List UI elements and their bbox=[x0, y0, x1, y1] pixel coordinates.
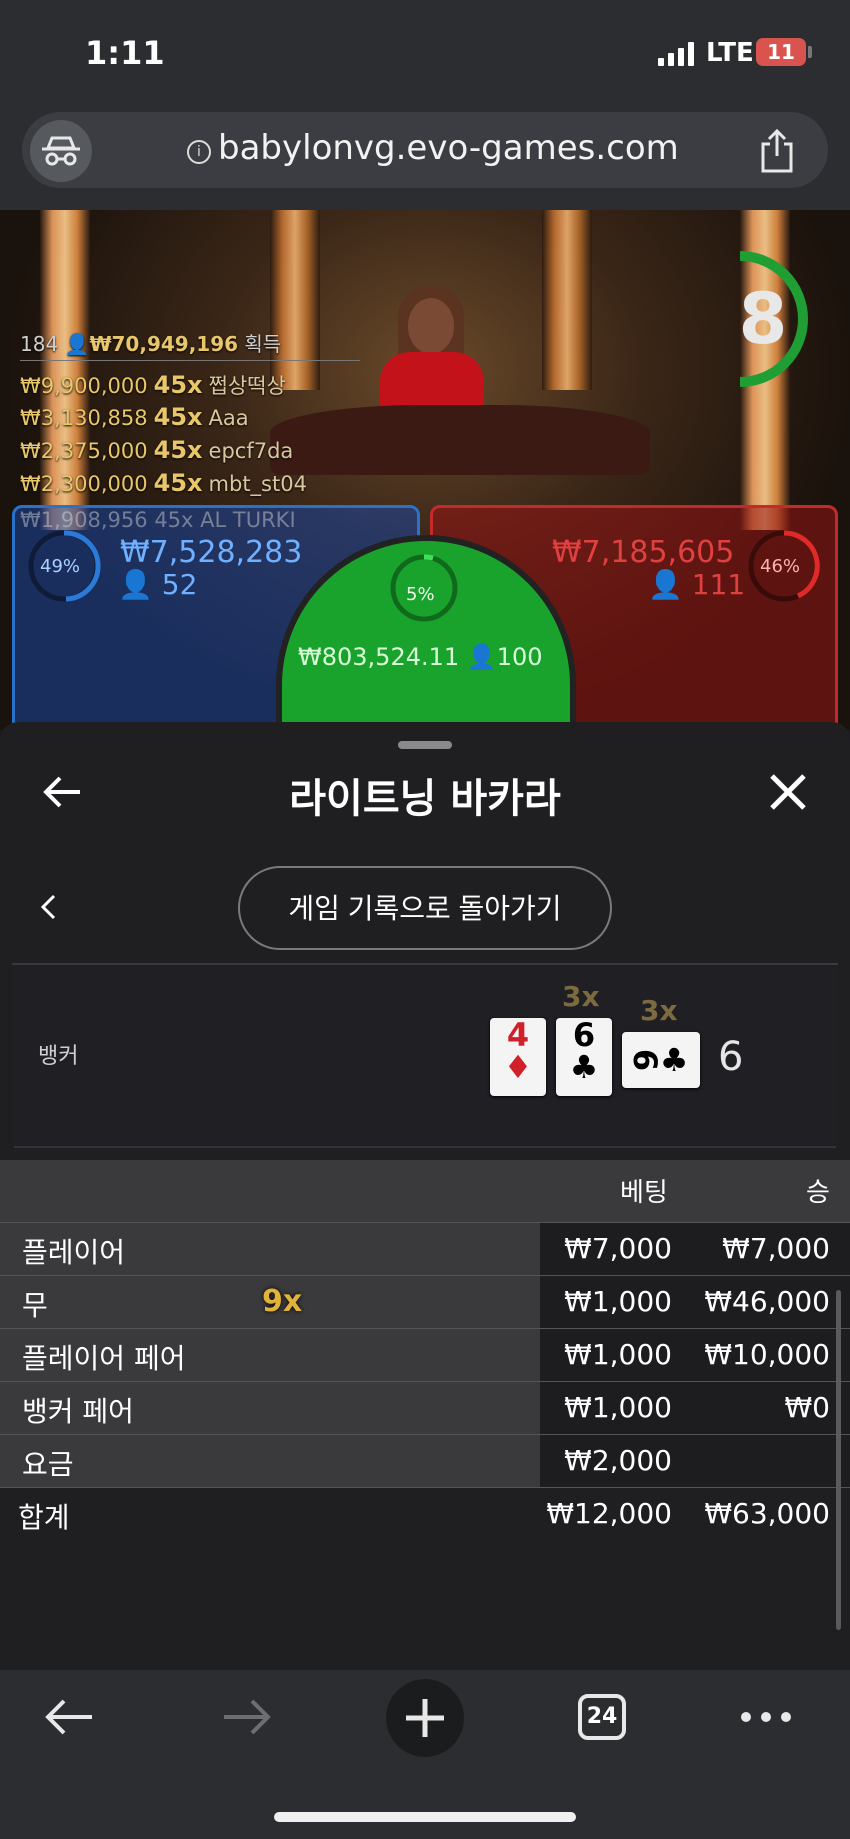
back-to-history-button[interactable]: 게임 기록으로 돌아가기 bbox=[238, 866, 612, 950]
scrollbar[interactable] bbox=[836, 1290, 841, 1630]
tabs-button[interactable]: 24 bbox=[578, 1694, 626, 1740]
playing-card: 6 ♣ bbox=[622, 1032, 700, 1088]
home-indicator[interactable] bbox=[274, 1812, 576, 1822]
share-icon[interactable] bbox=[757, 128, 797, 174]
browser-back-icon[interactable] bbox=[42, 1692, 96, 1742]
card-multiplier: 3x bbox=[562, 980, 600, 1013]
winner-row: ₩2,300,000 45x mbt_st04 bbox=[20, 469, 307, 497]
plus-icon bbox=[406, 1699, 444, 1737]
table-row: 무 ₩1,000 ₩46,000 bbox=[0, 1275, 850, 1329]
network-type: LTE bbox=[706, 38, 754, 68]
battery-tip bbox=[808, 46, 812, 58]
divider bbox=[12, 963, 838, 965]
table-row: 플레이어 ₩7,000 ₩7,000 bbox=[0, 1222, 850, 1276]
divider bbox=[20, 360, 360, 361]
more-icon[interactable] bbox=[738, 1702, 794, 1732]
game-table bbox=[270, 405, 650, 475]
column-header-win: 승 bbox=[806, 1178, 830, 1208]
total-won-label: 획득 bbox=[244, 332, 282, 356]
banker-count: 👤 111 bbox=[648, 568, 746, 601]
info-icon[interactable]: i bbox=[187, 140, 211, 164]
user-icon: 👤 bbox=[466, 643, 497, 671]
user-icon: 👤 bbox=[118, 568, 153, 601]
card-multiplier: 3x bbox=[640, 994, 678, 1027]
signal-icon bbox=[658, 42, 694, 66]
incognito-icon[interactable] bbox=[30, 120, 92, 182]
table-row: 플레이어 페어 ₩1,000 ₩10,000 bbox=[0, 1328, 850, 1382]
banker-percent: 46% bbox=[760, 556, 801, 577]
chevron-left-icon[interactable] bbox=[38, 892, 60, 922]
table-row: 요금 ₩2,000 bbox=[0, 1434, 850, 1488]
tie-total-bet: ₩803,524.11 👤100 bbox=[298, 643, 543, 671]
user-icon: 👤 bbox=[648, 568, 683, 601]
table-header bbox=[0, 1160, 850, 1222]
user-icon: 👤 bbox=[64, 332, 90, 356]
status-time: 1:11 bbox=[85, 34, 165, 72]
countdown-number: 8 bbox=[738, 278, 788, 360]
hand-score: 6 bbox=[718, 1034, 744, 1080]
tie-percent: 5% bbox=[406, 584, 435, 605]
winner-row: ₩3,130,858 45x Aaa bbox=[20, 403, 249, 431]
total-players: 184 bbox=[20, 332, 59, 356]
hand-result-box bbox=[14, 966, 836, 1148]
dealer-face bbox=[408, 298, 454, 354]
close-icon[interactable] bbox=[766, 770, 810, 814]
battery-icon: 11 bbox=[756, 38, 806, 66]
hand-label: 뱅커 bbox=[38, 1044, 79, 1069]
playing-card: 4 ♦ bbox=[490, 1018, 546, 1096]
drag-handle[interactable] bbox=[398, 741, 452, 749]
panel-title: 라이트닝 바카라 bbox=[289, 776, 561, 822]
tie-multiplier-badge: 9x bbox=[262, 1284, 303, 1319]
column-header-bet: 베팅 bbox=[620, 1178, 668, 1208]
url-text[interactable]: babylonvg.evo-games.com bbox=[218, 128, 679, 168]
winner-row: ₩2,375,000 45x epcf7da bbox=[20, 436, 294, 464]
winner-row: ₩9,900,000 45x 쩝상떡상 bbox=[20, 371, 286, 399]
table-row: 뱅커 페어 ₩1,000 ₩0 bbox=[0, 1381, 850, 1435]
table-total-row: 합계 ₩12,000 ₩63,000 bbox=[0, 1487, 850, 1541]
player-percent: 49% bbox=[40, 556, 81, 577]
winners-summary: 184 👤₩70,949,196 획득 bbox=[20, 328, 281, 357]
player-count: 👤 52 bbox=[118, 568, 198, 601]
new-tab-button[interactable] bbox=[386, 1679, 464, 1757]
banker-total-bet: ₩7,185,605 bbox=[552, 535, 735, 570]
total-won: ₩70,949,196 bbox=[89, 332, 239, 356]
browser-forward-icon[interactable] bbox=[220, 1692, 274, 1742]
player-total-bet: ₩7,528,283 bbox=[120, 535, 303, 570]
playing-card: 6 ♣ bbox=[556, 1018, 612, 1096]
